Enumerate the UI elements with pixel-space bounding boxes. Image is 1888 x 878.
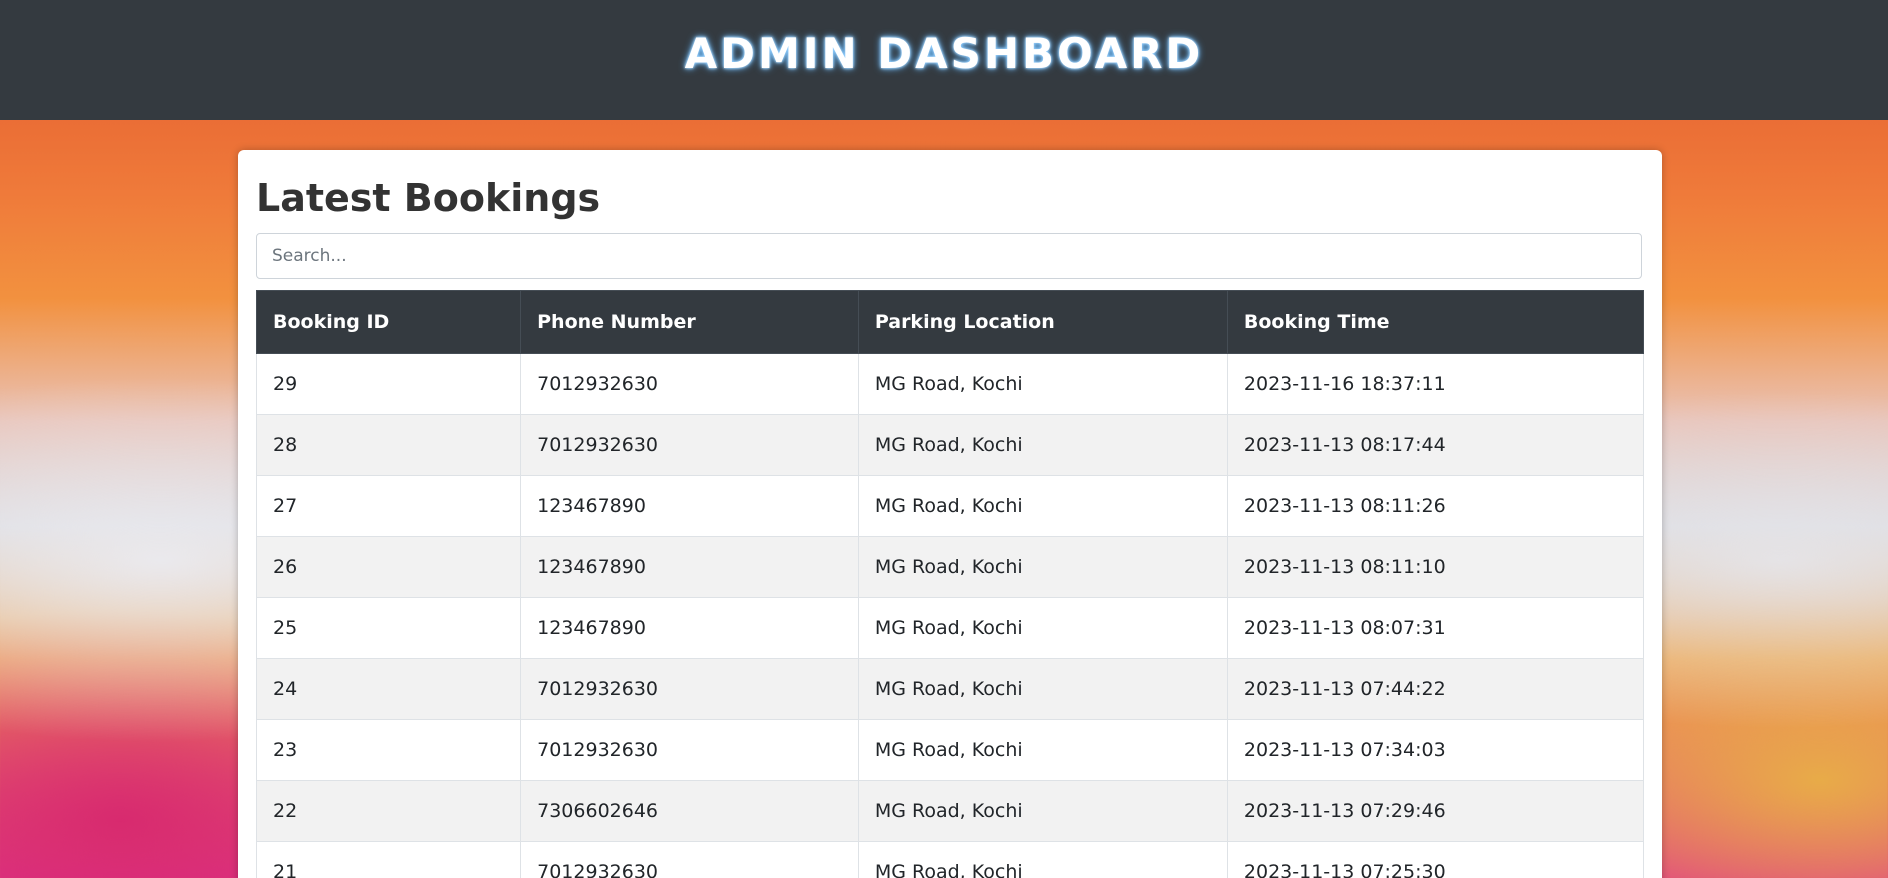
booking-id-cell: 24 [255,658,522,720]
bookings-card: Latest Bookings Booking ID Phone Number … [238,150,1662,878]
booking-id-cell: 25 [255,597,522,659]
table-header-row: Booking ID Phone Number Parking Location… [255,290,1645,354]
top-header: ADMIN DASHBOARD [0,0,1888,120]
parking-location-cell: MG Road, Kochi [857,780,1228,842]
phone-number-cell: 7012932630 [520,841,859,878]
booking-id-cell: 21 [255,841,522,878]
table-row: 23 7012932630 MG Road, Kochi 2023-11-13 … [255,719,1645,781]
table-row: 27 123467890 MG Road, Kochi 2023-11-13 0… [255,475,1645,537]
booking-id-cell: 23 [255,719,522,781]
parking-location-cell: MG Road, Kochi [857,475,1228,537]
table-row: 26 123467890 MG Road, Kochi 2023-11-13 0… [255,536,1645,598]
phone-number-cell: 7012932630 [520,719,859,781]
section-heading: Latest Bookings [256,176,601,220]
phone-number-cell: 7012932630 [520,658,859,720]
table-row: 25 123467890 MG Road, Kochi 2023-11-13 0… [255,597,1645,659]
parking-location-cell: MG Road, Kochi [857,353,1228,415]
parking-location-cell: MG Road, Kochi [857,597,1228,659]
parking-location-cell: MG Road, Kochi [857,841,1228,878]
column-header-phone-number: Phone Number [520,290,859,354]
table-row: 24 7012932630 MG Road, Kochi 2023-11-13 … [255,658,1645,720]
booking-time-cell: 2023-11-13 07:29:46 [1226,780,1645,842]
phone-number-cell: 123467890 [520,475,859,537]
phone-number-cell: 123467890 [520,536,859,598]
table-row: 29 7012932630 MG Road, Kochi 2023-11-16 … [255,353,1645,415]
booking-id-cell: 26 [255,536,522,598]
table-row: 22 7306602646 MG Road, Kochi 2023-11-13 … [255,780,1645,842]
phone-number-cell: 7012932630 [520,414,859,476]
parking-location-cell: MG Road, Kochi [857,414,1228,476]
booking-id-cell: 28 [255,414,522,476]
column-header-booking-time: Booking Time [1226,290,1645,354]
phone-number-cell: 7306602646 [520,780,859,842]
booking-time-cell: 2023-11-13 08:11:26 [1226,475,1645,537]
phone-number-cell: 123467890 [520,597,859,659]
booking-time-cell: 2023-11-13 08:07:31 [1226,597,1645,659]
table-row: 21 7012932630 MG Road, Kochi 2023-11-13 … [255,841,1645,878]
parking-location-cell: MG Road, Kochi [857,719,1228,781]
booking-time-cell: 2023-11-13 07:44:22 [1226,658,1645,720]
booking-time-cell: 2023-11-13 08:11:10 [1226,536,1645,598]
booking-time-cell: 2023-11-13 08:17:44 [1226,414,1645,476]
booking-time-cell: 2023-11-13 07:25:30 [1226,841,1645,878]
booking-id-cell: 29 [255,353,522,415]
booking-id-cell: 27 [255,475,522,537]
parking-location-cell: MG Road, Kochi [857,658,1228,720]
column-header-booking-id: Booking ID [255,290,522,354]
phone-number-cell: 7012932630 [520,353,859,415]
search-input[interactable] [256,233,1642,279]
booking-time-cell: 2023-11-16 18:37:11 [1226,353,1645,415]
bookings-table: Booking ID Phone Number Parking Location… [255,290,1645,878]
parking-location-cell: MG Road, Kochi [857,536,1228,598]
table-row: 28 7012932630 MG Road, Kochi 2023-11-13 … [255,414,1645,476]
column-header-parking-location: Parking Location [857,290,1228,354]
booking-time-cell: 2023-11-13 07:34:03 [1226,719,1645,781]
booking-id-cell: 22 [255,780,522,842]
page-title: ADMIN DASHBOARD [684,28,1204,78]
